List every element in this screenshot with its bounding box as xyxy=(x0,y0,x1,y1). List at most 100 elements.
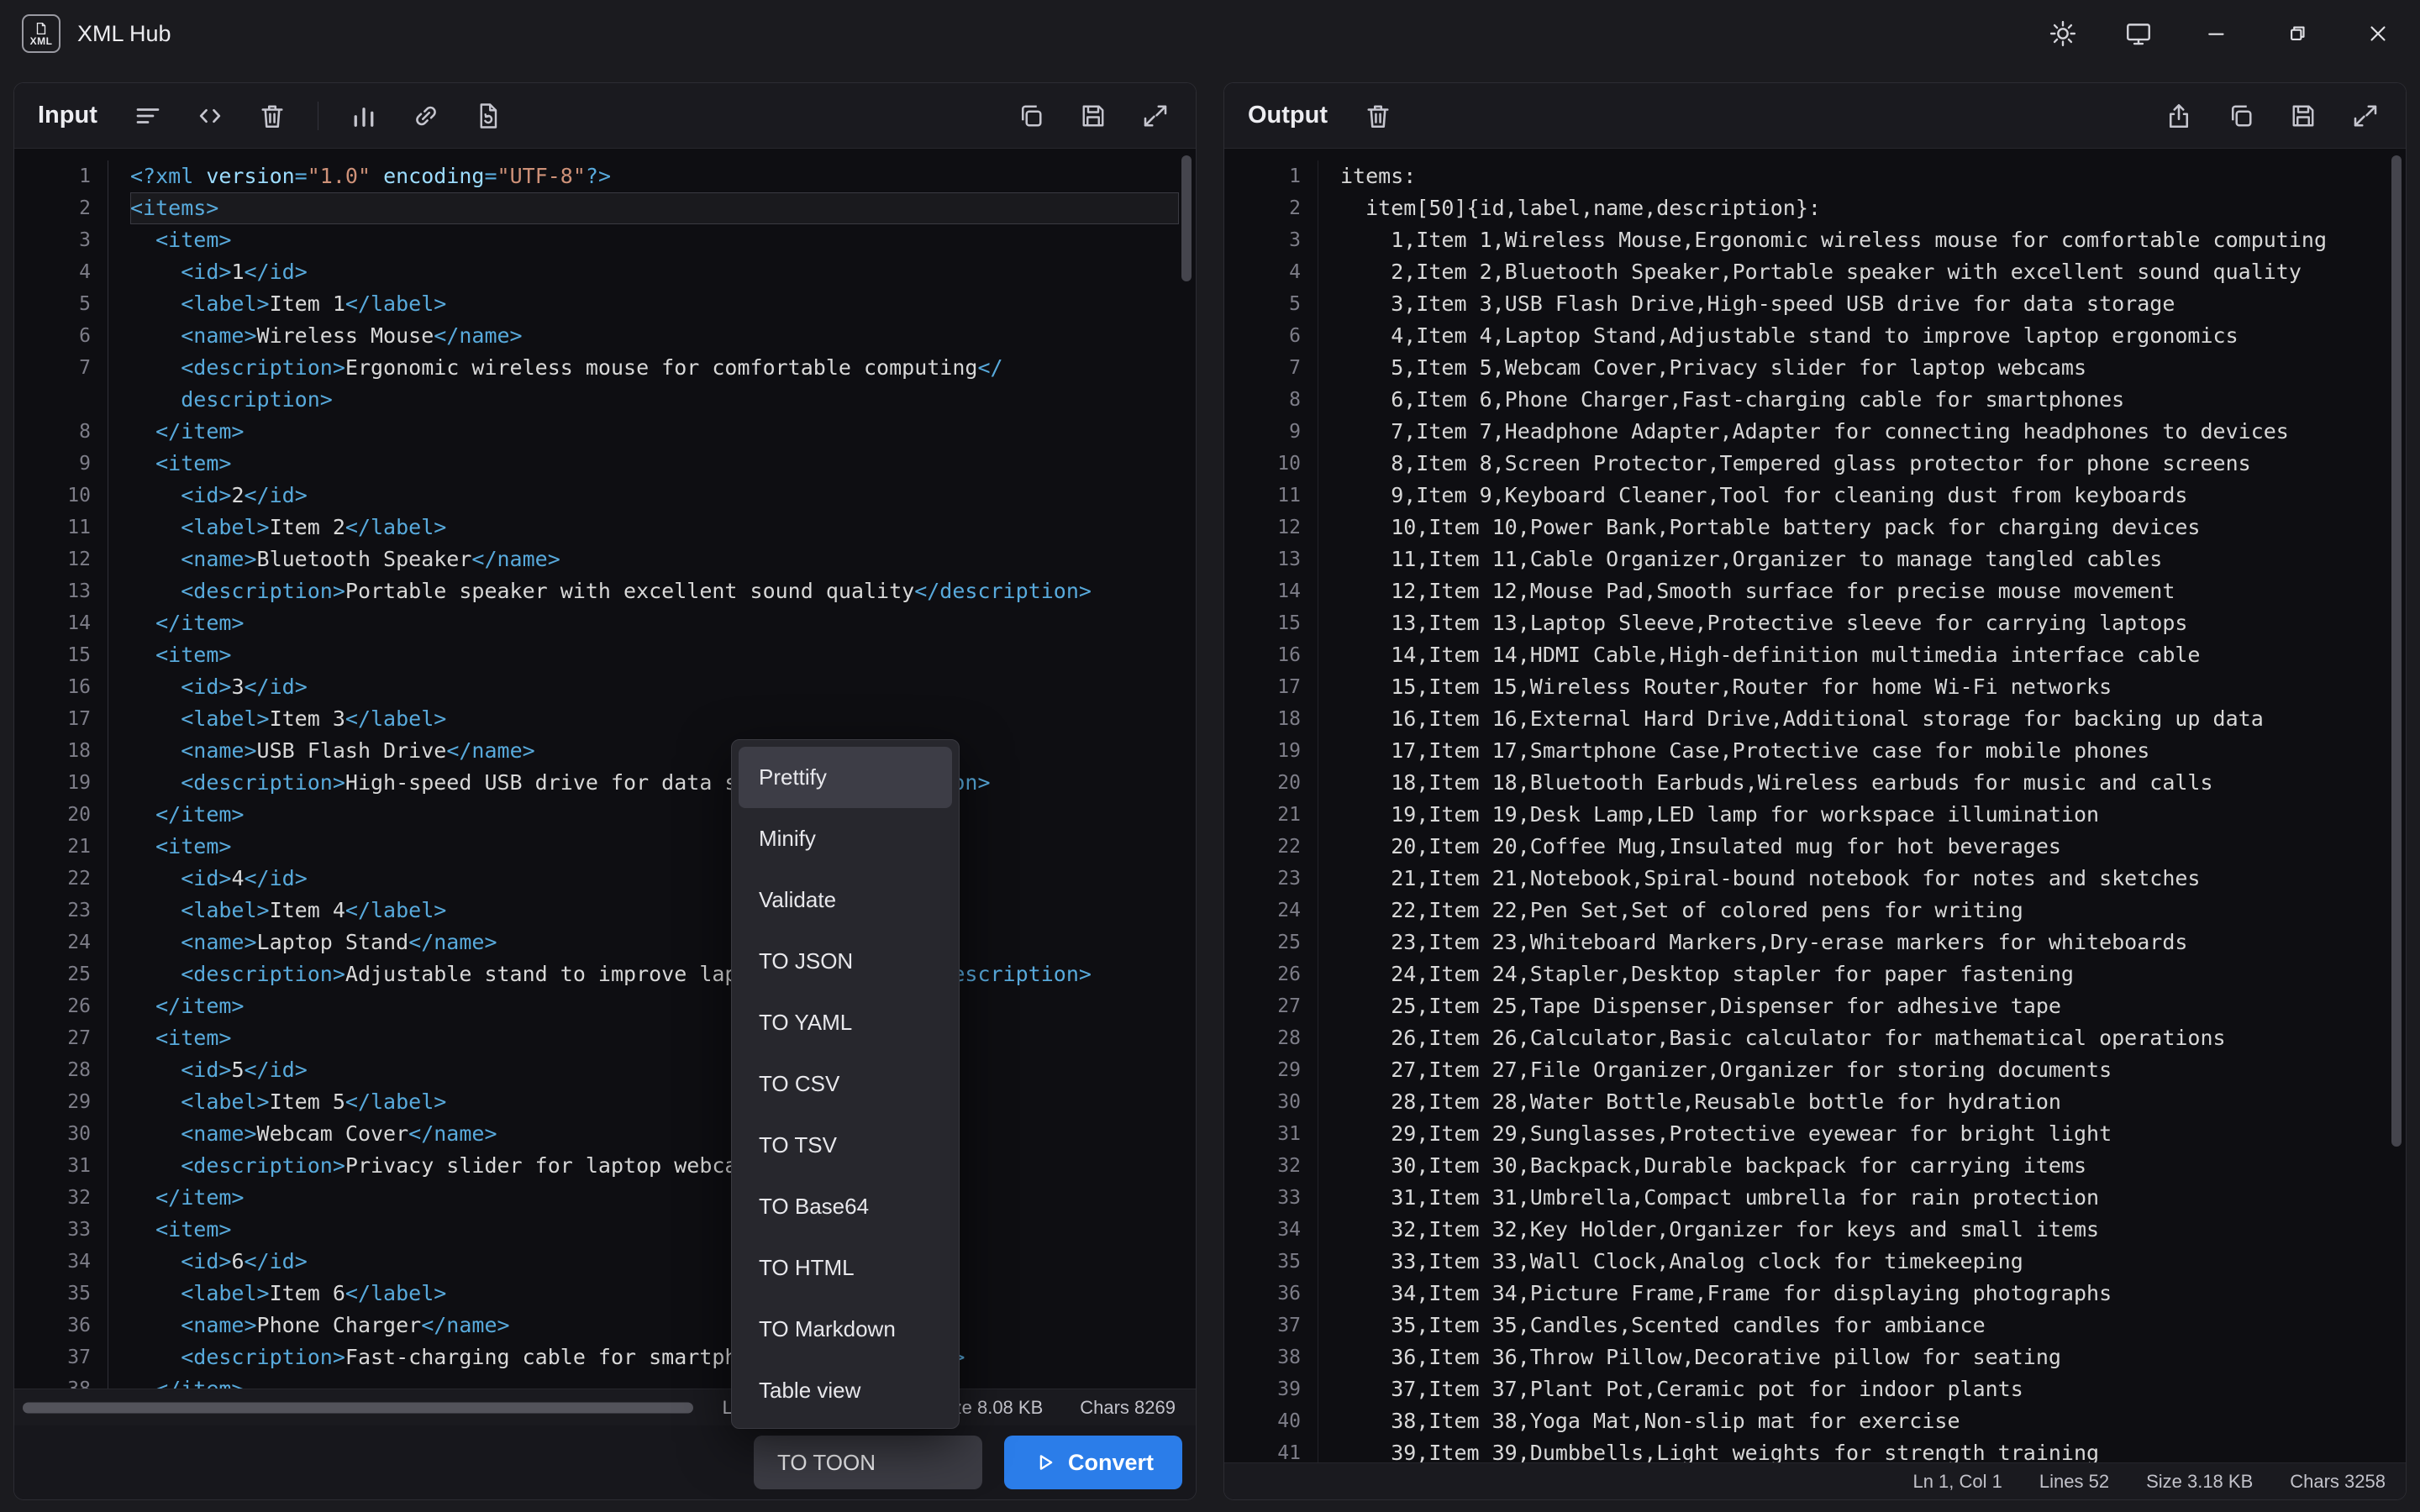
menu-item[interactable]: TO HTML xyxy=(739,1237,952,1299)
line-number: 33 xyxy=(1224,1182,1318,1214)
line-number: 6 xyxy=(1224,320,1318,352)
code-line: 30,Item 30,Backpack,Durable backpack for… xyxy=(1340,1150,2406,1182)
line-number: 30 xyxy=(1224,1086,1318,1118)
line-number: 21 xyxy=(14,831,108,863)
stats-icon[interactable] xyxy=(347,99,381,133)
menu-item[interactable]: TO Markdown xyxy=(739,1299,952,1360)
restore-icon[interactable] xyxy=(2281,17,2314,50)
menu-item[interactable]: TO YAML xyxy=(739,992,952,1053)
output-vertical-scrollbar[interactable] xyxy=(2391,155,2402,1147)
code-line: 1,Item 1,Wireless Mouse,Ergonomic wirele… xyxy=(1340,224,2406,256)
menu-item[interactable]: Minify xyxy=(739,808,952,869)
code-line: 32,Item 32,Key Holder,Organizer for keys… xyxy=(1340,1214,2406,1246)
code-line: <name>Bluetooth Speaker</name> xyxy=(130,543,1196,575)
input-vertical-scrollbar[interactable] xyxy=(1181,155,1192,281)
code-line: <item> xyxy=(130,831,1196,863)
code-line: 31,Item 31,Umbrella,Compact umbrella for… xyxy=(1340,1182,2406,1214)
close-icon[interactable] xyxy=(2361,17,2395,50)
line-number: 4 xyxy=(14,256,108,288)
line-number: 30 xyxy=(14,1118,108,1150)
output-lines: Lines 52 xyxy=(2039,1471,2109,1493)
menu-item[interactable]: TO TSV xyxy=(739,1115,952,1176)
format-dropdown-menu: PrettifyMinifyValidateTO JSONTO YAMLTO C… xyxy=(731,739,960,1429)
convert-button[interactable]: Convert xyxy=(1004,1436,1182,1489)
code-line: 28,Item 28,Water Bottle,Reusable bottle … xyxy=(1340,1086,2406,1118)
expand-icon[interactable] xyxy=(1139,99,1172,133)
line-number: 26 xyxy=(14,990,108,1022)
line-number: 23 xyxy=(14,895,108,927)
code-line: 26,Item 26,Calculator,Basic calculator f… xyxy=(1340,1022,2406,1054)
input-actionbar: TO TOON Convert xyxy=(14,1425,1196,1499)
line-number: 1 xyxy=(1224,160,1318,192)
minimize-icon[interactable] xyxy=(2200,17,2233,50)
output-code[interactable]: items: item[50]{id,label,name,descriptio… xyxy=(1318,160,2406,1462)
menu-item[interactable]: Prettify xyxy=(739,747,952,808)
menu-item[interactable]: TO CSV xyxy=(739,1053,952,1115)
input-editor[interactable]: 1234567891011121314151617181920212223242… xyxy=(14,149,1196,1389)
sample-file-icon[interactable] xyxy=(471,99,505,133)
code-line: 5,Item 5,Webcam Cover,Privacy slider for… xyxy=(1340,352,2406,384)
convert-button-label: Convert xyxy=(1068,1450,1154,1476)
app-logo-xml-icon: XML xyxy=(22,14,60,53)
input-code[interactable]: <?xml version="1.0" encoding="UTF-8"?><i… xyxy=(108,160,1196,1389)
code-line: 12,Item 12,Mouse Pad,Smooth surface for … xyxy=(1340,575,2406,607)
line-number: 34 xyxy=(14,1246,108,1278)
line-number: 37 xyxy=(1224,1310,1318,1341)
input-horizontal-scrollbar[interactable] xyxy=(23,1402,693,1413)
menu-item[interactable]: Validate xyxy=(739,869,952,931)
menu-item[interactable]: TO JSON xyxy=(739,931,952,992)
code-line: <name>Phone Charger</name> xyxy=(130,1310,1196,1341)
line-number: 25 xyxy=(1224,927,1318,958)
line-number: 18 xyxy=(14,735,108,767)
line-number: 4 xyxy=(1224,256,1318,288)
code-line: <id>2</id> xyxy=(130,480,1196,512)
code-line: <items> xyxy=(130,192,1179,224)
line-number: 11 xyxy=(14,512,108,543)
code-line: 25,Item 25,Tape Dispenser,Dispenser for … xyxy=(1340,990,2406,1022)
link-icon[interactable] xyxy=(409,99,443,133)
line-number: 36 xyxy=(14,1310,108,1341)
code-line: </item> xyxy=(130,990,1196,1022)
line-number: 7 xyxy=(1224,352,1318,384)
input-statusbar: Ln 1, Col 1 Size 8.08 KB Chars 8269 xyxy=(14,1389,1196,1425)
code-line: <item> xyxy=(130,1214,1196,1246)
line-number: 36 xyxy=(1224,1278,1318,1310)
code-line: <label>Item 1</label> xyxy=(130,288,1196,320)
expand-icon[interactable] xyxy=(2349,99,2382,133)
trash-icon[interactable] xyxy=(1361,99,1395,133)
line-number: 24 xyxy=(14,927,108,958)
line-number: 13 xyxy=(1224,543,1318,575)
line-number: 20 xyxy=(14,799,108,831)
code-line: 19,Item 19,Desk Lamp,LED lamp for worksp… xyxy=(1340,799,2406,831)
code-line: 27,Item 27,File Organizer,Organizer for … xyxy=(1340,1054,2406,1086)
code-line: <name>Laptop Stand</name> xyxy=(130,927,1196,958)
trash-icon[interactable] xyxy=(255,99,289,133)
line-number: 15 xyxy=(1224,607,1318,639)
save-icon[interactable] xyxy=(1076,99,1110,133)
save-icon[interactable] xyxy=(2286,99,2320,133)
format-icon[interactable] xyxy=(131,99,165,133)
line-number: 24 xyxy=(1224,895,1318,927)
line-number: 14 xyxy=(1224,575,1318,607)
main-area: Input xyxy=(0,67,2420,1512)
menu-item[interactable]: TO Base64 xyxy=(739,1176,952,1237)
output-panel-label: Output xyxy=(1248,102,1328,129)
titlebar: XML XML Hub xyxy=(0,0,2420,67)
copy-icon[interactable] xyxy=(2224,99,2258,133)
line-number: 34 xyxy=(1224,1214,1318,1246)
display-icon[interactable] xyxy=(2124,19,2153,48)
code-line: 10,Item 10,Power Bank,Portable battery p… xyxy=(1340,512,2406,543)
output-editor[interactable]: 1234567891011121314151617181920212223242… xyxy=(1224,149,2406,1462)
share-icon[interactable] xyxy=(2162,99,2196,133)
menu-item[interactable]: Table view xyxy=(739,1360,952,1421)
settings-gear-icon[interactable] xyxy=(2049,19,2077,48)
format-select[interactable]: TO TOON xyxy=(754,1436,982,1489)
line-number: 25 xyxy=(14,958,108,990)
line-number: 41 xyxy=(1224,1437,1318,1462)
line-number: 31 xyxy=(1224,1118,1318,1150)
line-number: 9 xyxy=(14,448,108,480)
code-icon[interactable] xyxy=(193,99,227,133)
copy-icon[interactable] xyxy=(1014,99,1048,133)
line-number: 12 xyxy=(1224,512,1318,543)
output-toolbar: Output xyxy=(1224,83,2406,149)
